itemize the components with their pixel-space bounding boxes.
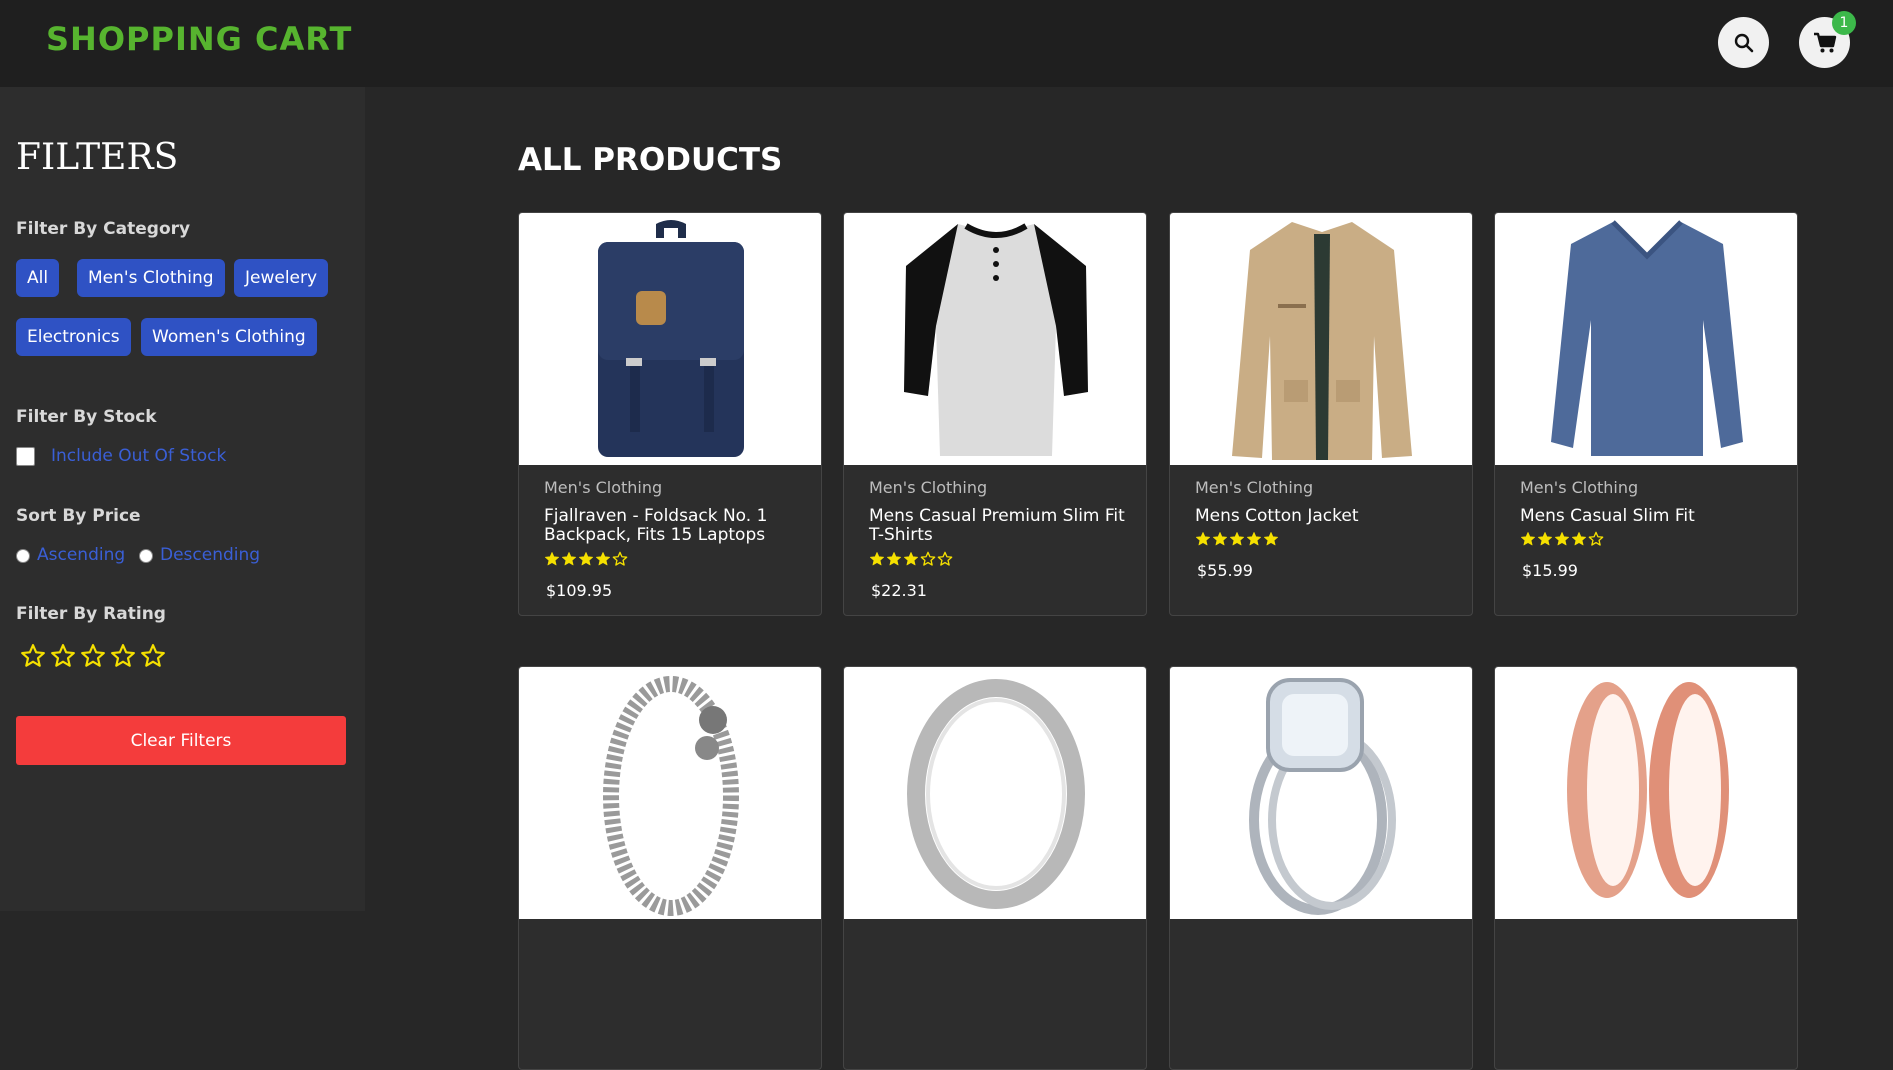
rating-star-icon <box>612 551 628 566</box>
product-image <box>1170 667 1472 919</box>
search-button[interactable] <box>1718 17 1769 68</box>
category-chip-womens-clothing[interactable]: Women's Clothing <box>141 318 317 356</box>
rating-filter-stars[interactable] <box>20 643 166 669</box>
rating-star-icon <box>870 552 884 566</box>
filters-sidebar: FILTERS Filter By Category All Men's Clo… <box>0 87 365 911</box>
clear-filters-button[interactable]: Clear Filters <box>16 716 346 765</box>
product-card[interactable] <box>1494 666 1798 1070</box>
product-card[interactable] <box>518 666 822 1070</box>
rating-star-icon <box>1572 532 1586 546</box>
product-price: $15.99 <box>1522 561 1578 580</box>
rating-star-icon <box>579 552 593 566</box>
product-card[interactable]: Men's Clothing Mens Cotton Jacket $55.99 <box>1169 212 1473 616</box>
brand-title[interactable]: SHOPPING CART <box>46 20 352 58</box>
product-image <box>519 213 821 465</box>
product-rating <box>1195 531 1279 547</box>
sort-ascending-radio[interactable] <box>16 549 30 563</box>
category-chip-all[interactable]: All <box>16 259 60 297</box>
top-bar: SHOPPING CART 1 <box>0 0 1893 87</box>
rating-filter-label: Filter By Rating <box>16 604 166 624</box>
rating-star-icon <box>1196 532 1210 546</box>
category-filter-label: Filter By Category <box>16 219 191 239</box>
include-out-of-stock-checkbox[interactable] <box>16 447 35 466</box>
product-name: Mens Casual Slim Fit <box>1520 506 1695 526</box>
category-chip-jewelery[interactable]: Jewelery <box>234 259 329 297</box>
rating-star-icon <box>1230 532 1244 546</box>
product-image <box>1495 213 1797 465</box>
product-card[interactable]: Men's Clothing Mens Casual Premium Slim F… <box>843 212 1147 616</box>
filters-title: FILTERS <box>16 137 179 178</box>
rating-star-icon[interactable] <box>20 643 46 669</box>
product-category: Men's Clothing <box>1520 478 1639 497</box>
rating-star-icon <box>1521 532 1535 546</box>
include-out-of-stock-label[interactable]: Include Out Of Stock <box>51 446 226 466</box>
rating-star-icon <box>937 551 953 566</box>
rating-star-icon[interactable] <box>80 643 106 669</box>
cart-count-badge: 1 <box>1832 11 1856 35</box>
product-image <box>844 667 1146 919</box>
rating-star-icon <box>1555 532 1569 546</box>
rating-star-icon <box>904 552 918 566</box>
rating-star-icon <box>596 552 610 566</box>
product-price: $109.95 <box>546 581 613 600</box>
sort-ascending-label[interactable]: Ascending <box>37 545 125 565</box>
product-card[interactable] <box>1169 666 1473 1070</box>
product-rating <box>1520 531 1604 547</box>
product-image <box>1170 213 1472 465</box>
product-card[interactable]: Men's Clothing Mens Casual Slim Fit $15.99 <box>1494 212 1798 616</box>
search-icon <box>1734 33 1753 52</box>
rating-star-icon <box>545 552 559 566</box>
rating-star-icon <box>562 552 576 566</box>
product-card[interactable]: Men's Clothing Fjallraven - Foldsack No. … <box>518 212 822 616</box>
page-title: ALL PRODUCTS <box>518 142 783 178</box>
rating-star-icon <box>1213 532 1227 546</box>
product-category: Men's Clothing <box>544 478 663 497</box>
product-image <box>1495 667 1797 919</box>
sort-price-label: Sort By Price <box>16 506 141 526</box>
product-name: Mens Casual Premium Slim Fit T-Shirts <box>869 506 1125 545</box>
rating-star-icon[interactable] <box>110 643 136 669</box>
product-price: $22.31 <box>871 581 927 600</box>
rating-star-icon <box>1538 532 1552 546</box>
stock-filter-label: Filter By Stock <box>16 407 157 427</box>
rating-star-icon[interactable] <box>140 643 166 669</box>
product-name: Mens Cotton Jacket <box>1195 506 1359 526</box>
rating-star-icon[interactable] <box>50 643 76 669</box>
product-rating <box>544 551 628 567</box>
rating-star-icon <box>1264 532 1278 546</box>
sort-descending-radio[interactable] <box>139 549 153 563</box>
rating-star-icon <box>1247 532 1261 546</box>
sort-descending-label[interactable]: Descending <box>160 545 260 565</box>
rating-star-icon <box>1588 531 1604 546</box>
product-rating <box>869 551 953 567</box>
product-price: $55.99 <box>1197 561 1253 580</box>
product-category: Men's Clothing <box>869 478 988 497</box>
rating-star-icon <box>887 552 901 566</box>
product-name: Fjallraven - Foldsack No. 1 Backpack, Fi… <box>544 506 768 545</box>
rating-star-icon <box>920 551 936 566</box>
product-category: Men's Clothing <box>1195 478 1314 497</box>
product-image <box>519 667 821 919</box>
product-card[interactable] <box>843 666 1147 1070</box>
cart-icon <box>1813 32 1836 52</box>
category-chip-mens-clothing[interactable]: Men's Clothing <box>77 259 225 297</box>
category-chip-electronics[interactable]: Electronics <box>16 318 131 356</box>
product-image <box>844 213 1146 465</box>
